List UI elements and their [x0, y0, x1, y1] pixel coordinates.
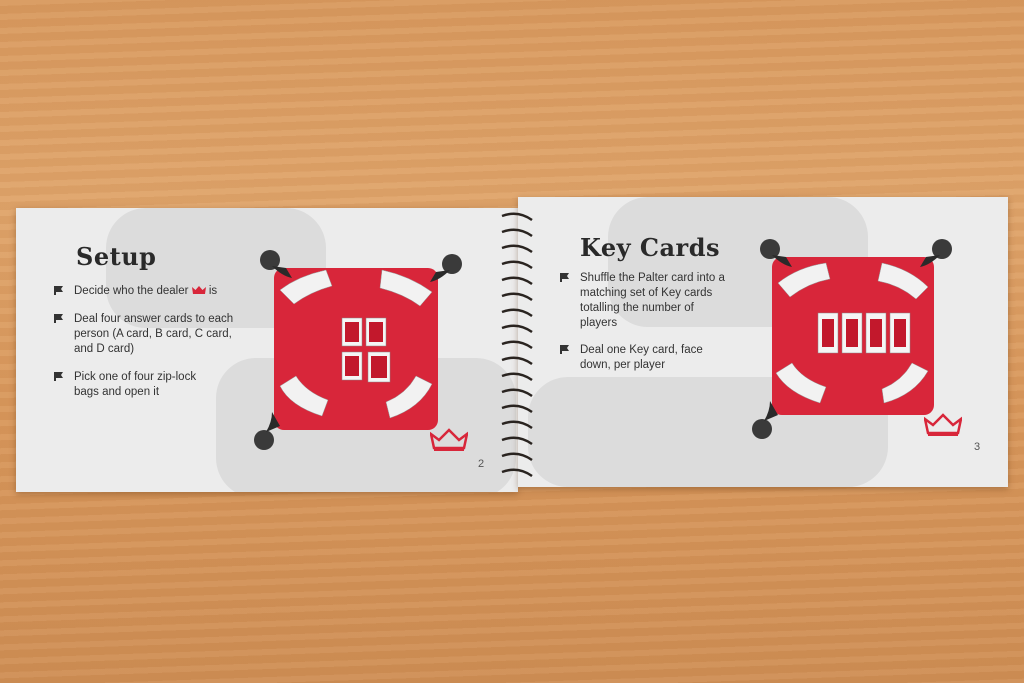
page-number: 2 — [478, 458, 485, 470]
list-item: Deal four answer cards to each person (A… — [54, 312, 254, 357]
crown-icon — [430, 428, 468, 451]
page-number: 3 — [974, 441, 981, 453]
list-item: Deal one Key card, face down, per player — [560, 343, 730, 373]
list-item: Pick one of four zip-lock bags and open … — [54, 370, 204, 400]
crown-icon — [924, 413, 962, 436]
player-avatar-icon — [430, 254, 462, 282]
spiral-binding — [501, 212, 533, 478]
player-avatar-icon — [760, 239, 792, 267]
flag-bullet-icon — [54, 372, 63, 381]
crown-icon — [191, 286, 206, 294]
flag-bullet-icon — [560, 273, 569, 282]
player-avatar-icon — [752, 401, 778, 439]
page-title: Setup — [76, 242, 157, 271]
left-page: Setup Decide who the dealer is Deal four… — [16, 208, 518, 492]
cards-layout-graphic — [279, 269, 433, 419]
list-item: Shuffle the Palter card into a matching … — [560, 271, 730, 331]
cards-layout-graphic — [775, 262, 929, 404]
player-avatar-icon — [920, 239, 952, 267]
game-table-illustration — [274, 268, 438, 430]
flag-bullet-icon — [54, 314, 63, 323]
page-title: Key Cards — [580, 233, 720, 262]
player-avatar-icon — [260, 250, 292, 278]
game-table-illustration — [772, 257, 934, 415]
right-page: Key Cards Shuffle the Palter card into a… — [518, 197, 1008, 487]
list-item: Decide who the dealer is — [54, 284, 274, 299]
flag-bullet-icon — [54, 286, 63, 295]
player-avatar-icon — [254, 412, 280, 450]
flag-bullet-icon — [560, 345, 569, 354]
